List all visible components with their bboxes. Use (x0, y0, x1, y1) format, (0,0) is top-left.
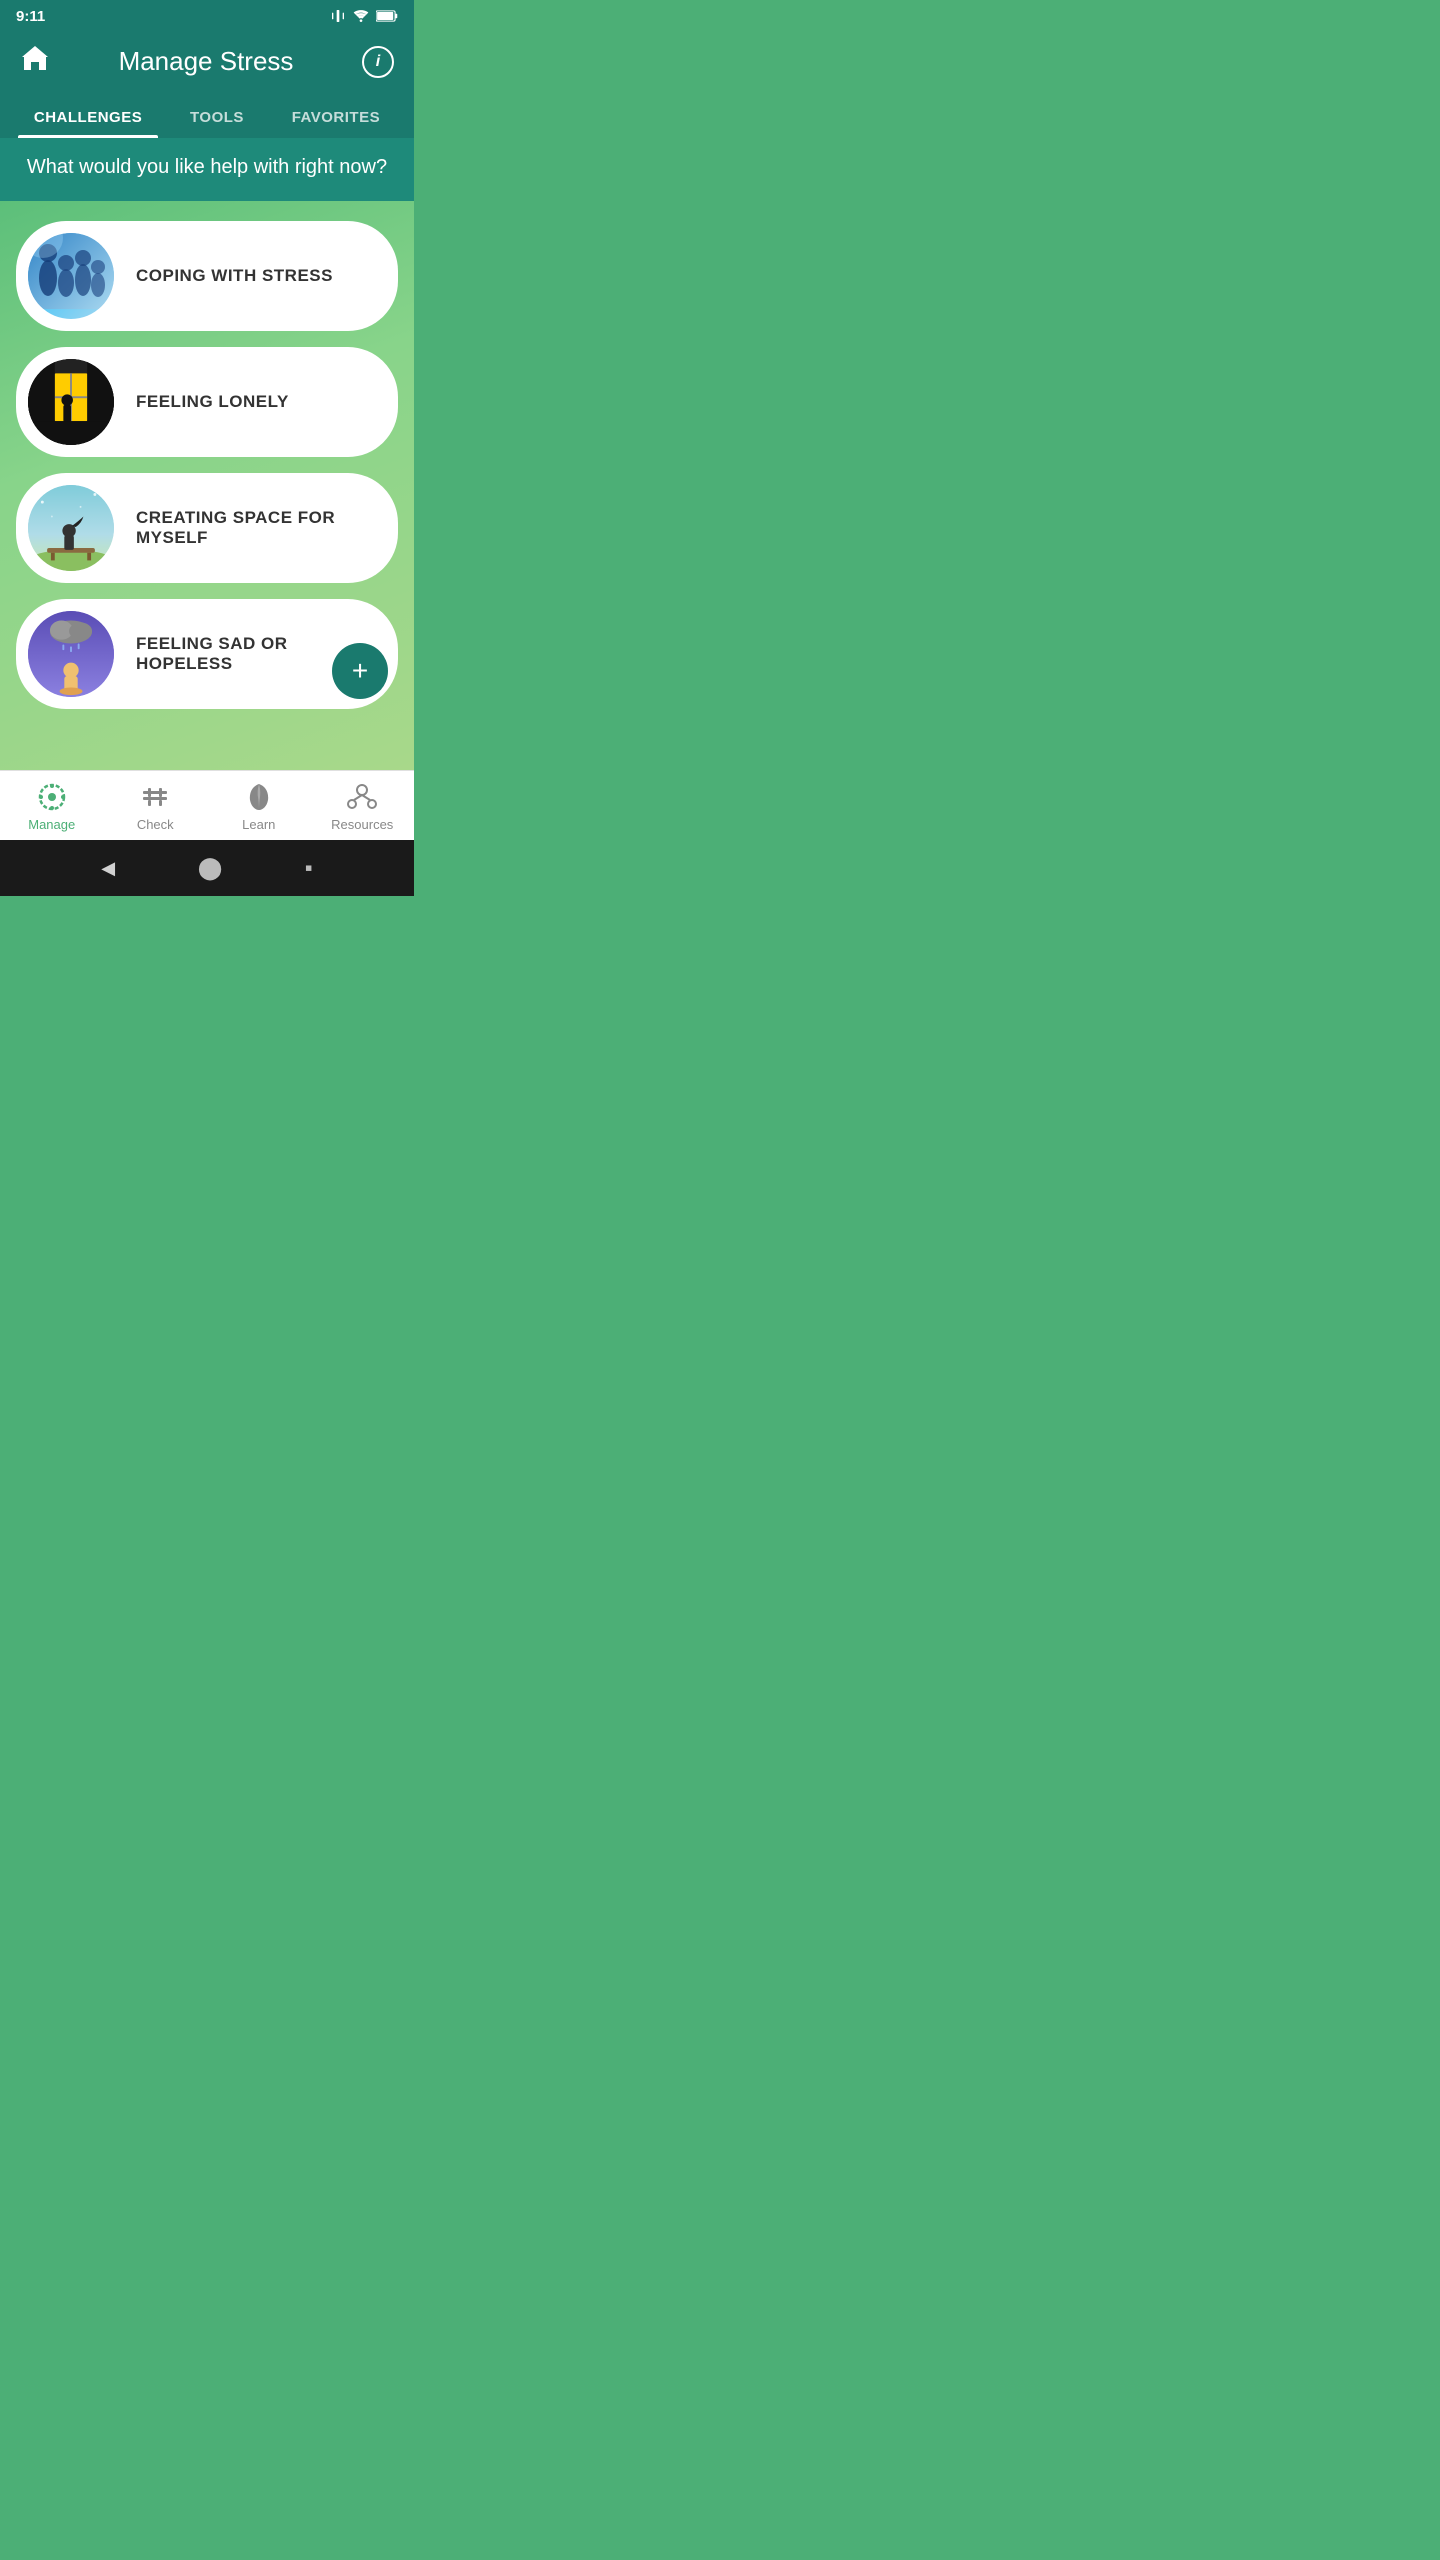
content-area: COPING WITH STRESS (0, 201, 414, 770)
subtitle-text: What would you like help with right now? (27, 156, 387, 178)
subtitle-bar: What would you like help with right now? (0, 138, 414, 201)
page-title: Manage Stress (119, 46, 294, 77)
card-icon-coping (26, 231, 116, 321)
check-icon (139, 781, 171, 813)
resources-icon (346, 781, 378, 813)
back-button[interactable]: ◀ (101, 858, 115, 879)
battery-icon (376, 9, 398, 23)
tab-challenges[interactable]: CHALLENGES (18, 95, 158, 138)
manage-icon (36, 781, 68, 813)
challenge-card-coping[interactable]: COPING WITH STRESS (16, 221, 398, 331)
learn-label: Learn (242, 817, 275, 832)
check-label: Check (137, 817, 174, 832)
wifi-icon (352, 8, 370, 24)
learn-icon (243, 781, 275, 813)
resources-label: Resources (331, 817, 393, 832)
header: Manage Stress i (0, 32, 414, 95)
home-icon[interactable] (20, 44, 50, 79)
status-time: 9:11 (16, 8, 45, 25)
card-icon-lonely (26, 357, 116, 447)
tabs-container: CHALLENGES TOOLS FAVORITES (0, 95, 414, 138)
challenge-card-lonely[interactable]: FEELING LONELY (16, 347, 398, 457)
lonely-illustration (28, 357, 114, 447)
vibrate-icon (330, 8, 346, 24)
nav-item-check[interactable]: Check (104, 781, 208, 832)
challenge-card-sad[interactable]: FEELING SAD OR HOPELESS + (16, 599, 398, 709)
nav-item-learn[interactable]: Learn (207, 781, 311, 832)
status-icons (330, 8, 398, 24)
card-icon-sad (26, 609, 116, 699)
challenge-label-coping: COPING WITH STRESS (136, 266, 333, 286)
card-icon-space (26, 483, 116, 573)
status-bar: 9:11 (0, 0, 414, 32)
manage-label: Manage (28, 817, 75, 832)
recent-button[interactable]: ▪ (305, 855, 313, 881)
tab-favorites[interactable]: FAVORITES (276, 95, 396, 138)
system-nav: ◀ ⬤ ▪ (0, 840, 414, 896)
info-icon[interactable]: i (362, 46, 394, 78)
nav-item-resources[interactable]: Resources (311, 781, 415, 832)
challenge-card-space[interactable]: CREATING SPACE FOR MYSELF (16, 473, 398, 583)
challenge-label-lonely: FEELING LONELY (136, 392, 289, 412)
home-button[interactable]: ⬤ (198, 855, 223, 881)
nav-item-manage[interactable]: Manage (0, 781, 104, 832)
bottom-nav: Manage Check Learn (0, 770, 414, 840)
fab-button[interactable]: + (332, 643, 388, 699)
sad-illustration (28, 609, 114, 699)
challenge-label-space: CREATING SPACE FOR MYSELF (136, 508, 378, 548)
coping-illustration (28, 231, 114, 309)
space-illustration (28, 483, 114, 571)
tab-tools[interactable]: TOOLS (174, 95, 260, 138)
